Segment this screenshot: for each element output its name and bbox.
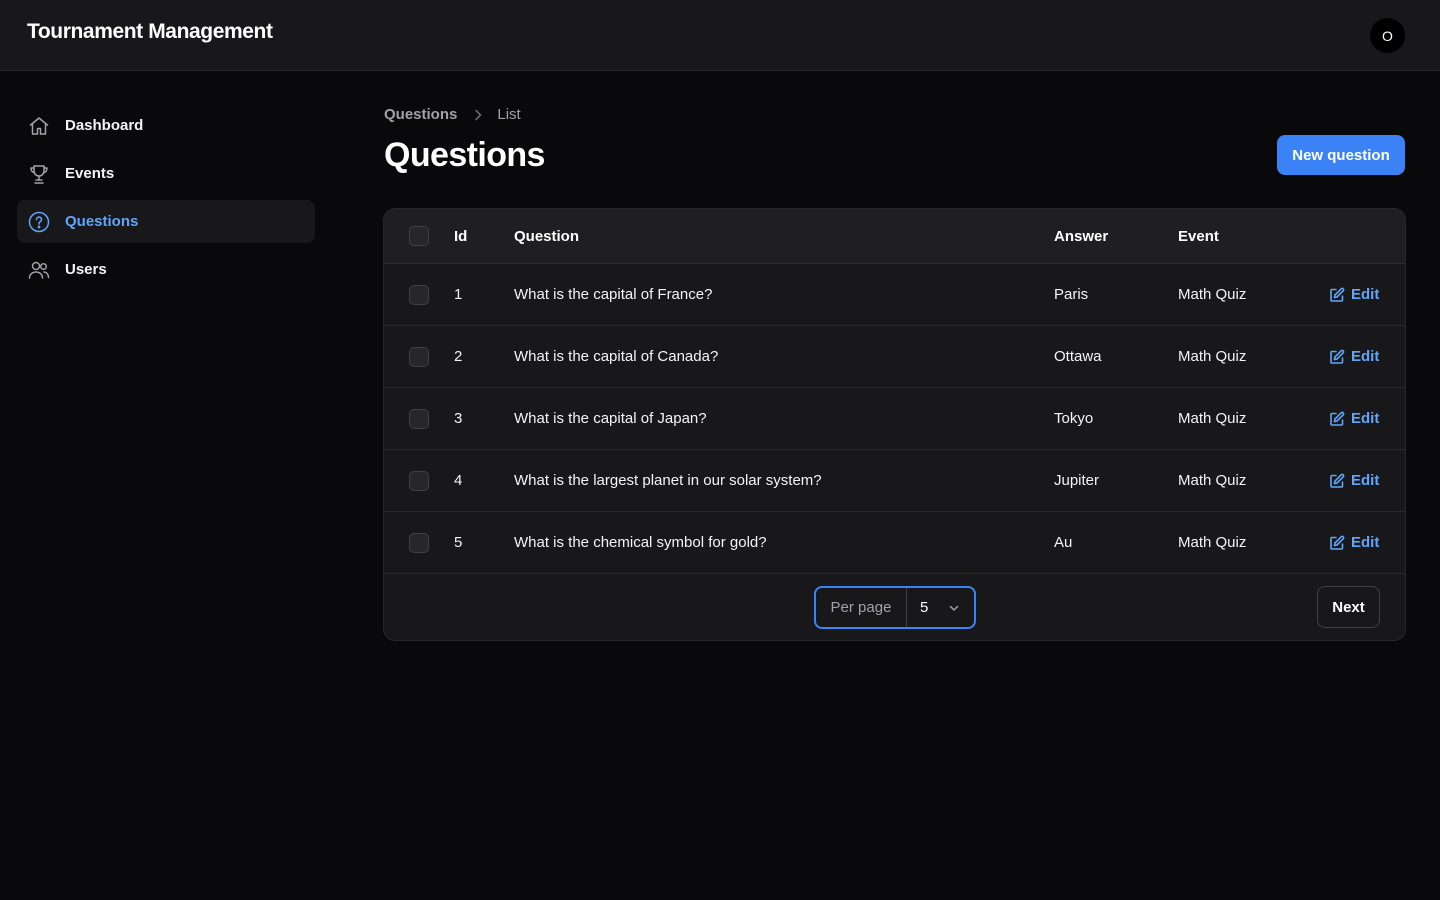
edit-label: Edit [1351,534,1380,551]
row-checkbox[interactable] [409,470,429,491]
edit-label: Edit [1351,286,1380,303]
row-answer: Au [1054,534,1073,551]
edit-button[interactable]: Edit [1329,450,1379,511]
row-id: 5 [454,534,463,551]
new-question-button[interactable]: New question [1277,135,1405,175]
user-avatar[interactable]: O [1370,18,1405,53]
home-icon [27,114,51,138]
row-question: What is the capital of Japan? [514,410,707,427]
chevron-down-icon [949,605,959,611]
row-event: Math Quiz [1178,410,1247,427]
sidebar-item-label: Dashboard [65,117,144,134]
row-id: 3 [454,410,463,427]
edit-icon [1330,535,1345,550]
table-row: 4 What is the largest planet in our sola… [384,450,1405,512]
question-circle-icon [27,210,51,234]
topbar: Tournament Management O [0,0,1440,71]
row-checkbox[interactable] [409,346,429,367]
sidebar-item-users[interactable]: Users [17,248,315,291]
sidebar-item-questions[interactable]: Questions [17,200,315,243]
row-question: What is the largest planet in our solar … [514,472,822,489]
column-header-answer[interactable]: Answer [1054,209,1108,263]
app-title[interactable]: Tournament Management [27,20,273,44]
edit-icon [1330,473,1345,488]
next-page-button[interactable]: Next [1317,586,1380,628]
breadcrumb-current: List [497,106,521,123]
edit-button[interactable]: Edit [1329,388,1379,449]
table-row: 5 What is the chemical symbol for gold? … [384,512,1405,574]
sidebar-item-label: Users [65,261,107,278]
row-checkbox[interactable] [409,284,429,305]
row-answer: Paris [1054,286,1089,303]
edit-icon [1330,287,1345,302]
row-id: 2 [454,348,463,365]
row-answer: Jupiter [1054,472,1100,489]
per-page-label: Per page [816,588,907,627]
table-header: Id Question Answer Event [384,209,1405,264]
column-header-id[interactable]: Id [454,209,467,263]
trophy-icon [27,162,51,186]
edit-label: Edit [1351,410,1380,427]
table-row: 2 What is the capital of Canada? Ottawa … [384,326,1405,388]
questions-table: Id Question Answer Event 1 What is the c… [383,208,1406,641]
row-event: Math Quiz [1178,286,1247,303]
row-question: What is the capital of Canada? [514,348,719,365]
edit-label: Edit [1351,472,1380,489]
sidebar-item-dashboard[interactable]: Dashboard [17,104,315,147]
row-question: What is the capital of France? [514,286,713,303]
users-icon [27,258,51,282]
column-header-event[interactable]: Event [1178,209,1219,263]
page-title: Questions [384,136,545,174]
table-row: 3 What is the capital of Japan? Tokyo Ma… [384,388,1405,450]
breadcrumb-parent[interactable]: Questions [384,106,457,123]
sidebar: Dashboard Events Questions Users [17,104,315,296]
row-question: What is the chemical symbol for gold? [514,534,767,551]
per-page-select[interactable]: Per page 5 [814,586,976,629]
row-event: Math Quiz [1178,534,1247,551]
edit-button[interactable]: Edit [1329,326,1379,387]
row-checkbox[interactable] [409,532,429,553]
row-answer: Tokyo [1054,410,1094,427]
row-checkbox[interactable] [409,408,429,429]
column-header-question[interactable]: Question [514,209,579,263]
sidebar-item-label: Questions [65,213,139,230]
row-answer: Ottawa [1054,348,1102,365]
per-page-value: 5 [920,599,929,616]
row-event: Math Quiz [1178,472,1247,489]
row-id: 4 [454,472,463,489]
row-event: Math Quiz [1178,348,1247,365]
edit-label: Edit [1351,348,1380,365]
sidebar-item-events[interactable]: Events [17,152,315,195]
edit-button[interactable]: Edit [1329,264,1379,325]
row-id: 1 [454,286,463,303]
sidebar-item-label: Events [65,165,115,182]
edit-icon [1330,411,1345,426]
edit-button[interactable]: Edit [1329,512,1379,573]
breadcrumb: Questions List [384,106,521,123]
edit-icon [1330,349,1345,364]
pagination: Per page 5 Next [384,574,1405,640]
per-page-dropdown[interactable]: 5 [907,588,974,627]
chevron-right-icon [473,109,483,121]
select-all-checkbox[interactable] [409,226,429,246]
table-row: 1 What is the capital of France? Paris M… [384,264,1405,326]
